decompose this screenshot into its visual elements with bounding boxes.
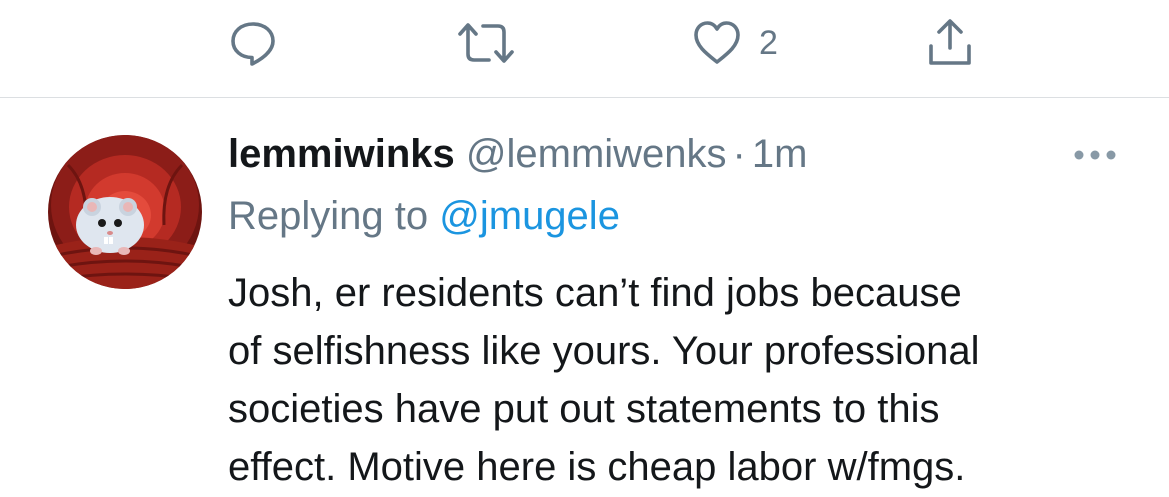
tweet-header: lemmiwinks @lemmiwenks · 1m: [228, 128, 807, 180]
tweet-text-line: Josh, er residents can’t find jobs becau…: [228, 271, 962, 315]
share-icon: [929, 19, 971, 65]
like-count: 2: [759, 24, 778, 62]
reply-tweet[interactable]: lemmiwinks @lemmiwenks · 1m Replying to @j…: [0, 98, 1169, 497]
tweet-action-bar: 2: [0, 0, 1169, 98]
retweet-button[interactable]: [456, 18, 516, 68]
tweet-text-line: of selfishness like yours. Your professi…: [228, 329, 980, 373]
share-button[interactable]: [925, 18, 975, 68]
more-options-button[interactable]: [1072, 142, 1118, 168]
tweet-text-line: societies have put out statements to thi…: [228, 387, 940, 431]
user-handle[interactable]: @lemmiwenks: [466, 132, 727, 176]
more-horizontal-icon: [1074, 150, 1116, 160]
separator-dot: ·: [732, 132, 746, 176]
hamster-avatar-image: [48, 135, 202, 289]
retweet-icon: [458, 23, 514, 63]
heart-icon: [694, 21, 740, 64]
tweet-text-line: effect. Motive here is cheap labor w/fmg…: [228, 445, 966, 489]
reply-icon: [231, 22, 275, 66]
display-name[interactable]: lemmiwinks: [228, 132, 455, 176]
reply-button[interactable]: [228, 18, 278, 68]
avatar[interactable]: [48, 135, 202, 289]
replying-label: Replying to: [228, 194, 429, 238]
replying-to: Replying to @jmugele: [228, 190, 620, 242]
replying-to-link[interactable]: @jmugele: [439, 194, 620, 238]
like-button[interactable]: 2: [691, 18, 778, 68]
tweet-text: Josh, er residents can’t find jobs becau…: [228, 264, 1128, 496]
timestamp[interactable]: 1m: [752, 132, 808, 176]
